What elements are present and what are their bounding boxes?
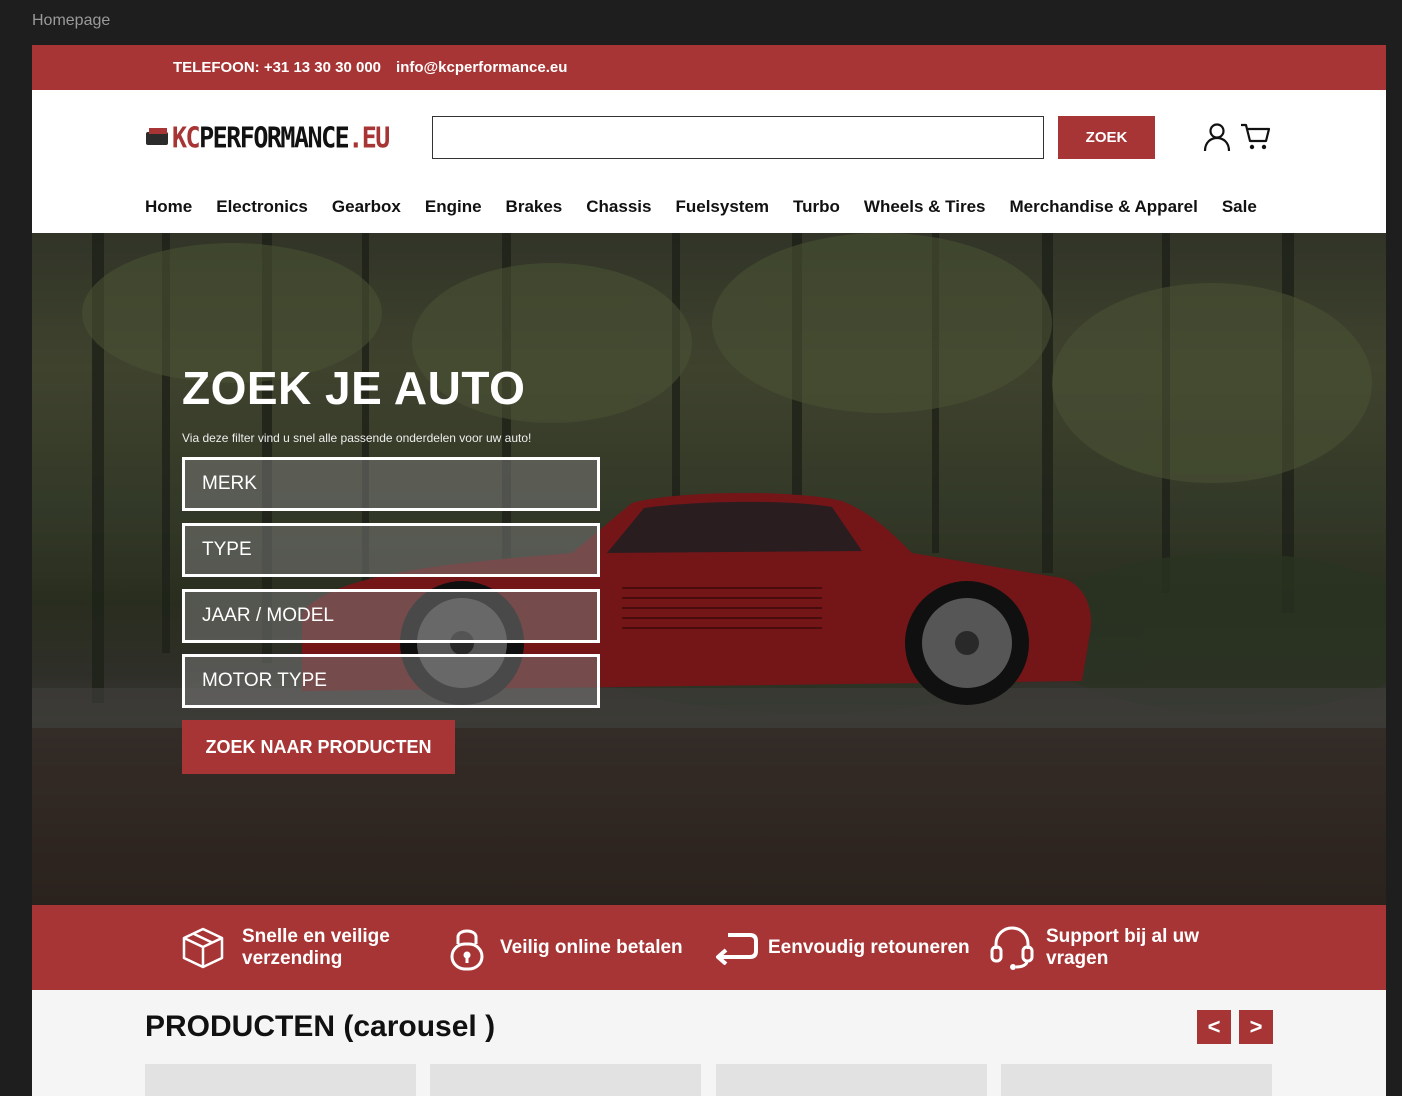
search-button[interactable]: ZOEK (1058, 116, 1155, 159)
usp-support-text: Support bij al uw vragen (1046, 925, 1200, 969)
product-card[interactable] (430, 1064, 701, 1096)
homepage: TELEFOON: +31 13 30 30 000 info@kcperfor… (32, 45, 1386, 1096)
nav-sale[interactable]: Sale (1222, 197, 1257, 217)
nav-electronics[interactable]: Electronics (216, 197, 308, 217)
frame-label: Homepage (32, 12, 111, 29)
year-model-filter-label: JAAR / MODEL (202, 605, 334, 626)
brand-filter-label: MERK (202, 473, 257, 494)
logo[interactable]: KCPERFORMANCE.EU (146, 120, 390, 155)
headset-icon (990, 925, 1034, 970)
type-filter-select[interactable]: TYPE (182, 523, 600, 577)
phone-number: TELEFOON: +31 13 30 30 000 (173, 59, 382, 76)
usp-payment: Veilig online betalen (450, 905, 700, 990)
nav-merchandise[interactable]: Merchandise & Apparel (1010, 197, 1198, 217)
lock-icon (450, 929, 484, 970)
usp-support: Support bij al uw vragen (990, 905, 1250, 990)
main-navigation: Home Electronics Gearbox Engine Brakes C… (145, 197, 1257, 217)
site-header: KCPERFORMANCE.EU ZOEK Home Electronics G… (32, 90, 1386, 233)
nav-brakes[interactable]: Brakes (506, 197, 563, 217)
type-filter-label: TYPE (202, 539, 252, 560)
nav-turbo[interactable]: Turbo (793, 197, 840, 217)
search-input[interactable] (432, 116, 1044, 159)
carousel-next-button[interactable]: > (1239, 1010, 1273, 1044)
contact-bar: TELEFOON: +31 13 30 30 000 info@kcperfor… (32, 45, 1386, 90)
hero-subtitle: Via deze filter vind u snel alle passend… (182, 431, 532, 445)
engine-type-filter-label: MOTOR TYPE (202, 670, 327, 691)
hero-banner: ZOEK JE AUTO Via deze filter vind u snel… (32, 233, 1386, 905)
email-link[interactable]: info@kcperformance.eu (396, 59, 567, 76)
nav-wheels-tires[interactable]: Wheels & Tires (864, 197, 986, 217)
usp-shipping-text: Snelle en veilige verzending (242, 925, 390, 969)
cart-icon[interactable] (1240, 120, 1272, 152)
logo-text: KCPERFORMANCE.EU (172, 120, 390, 155)
return-arrow-icon (716, 932, 758, 965)
nav-fuelsystem[interactable]: Fuelsystem (675, 197, 769, 217)
usp-shipping: Snelle en veilige verzending (180, 905, 430, 990)
logo-icon (146, 127, 170, 148)
usp-returns: Eenvoudig retouneren (714, 905, 974, 990)
hero-title: ZOEK JE AUTO (182, 362, 526, 414)
year-model-filter-select[interactable]: JAAR / MODEL (182, 589, 600, 643)
nav-gearbox[interactable]: Gearbox (332, 197, 401, 217)
usp-payment-text: Veilig online betalen (500, 936, 683, 958)
products-title: PRODUCTEN (carousel ) (145, 1010, 496, 1043)
product-card[interactable] (1001, 1064, 1272, 1096)
box-icon (182, 927, 224, 968)
nav-chassis[interactable]: Chassis (586, 197, 651, 217)
product-card[interactable] (716, 1064, 987, 1096)
nav-engine[interactable]: Engine (425, 197, 482, 217)
search-products-button[interactable]: ZOEK NAAR PRODUCTEN (182, 720, 455, 774)
products-section: PRODUCTEN (carousel ) < > (32, 990, 1386, 1096)
product-card[interactable] (145, 1064, 416, 1096)
user-icon[interactable] (1202, 122, 1232, 152)
engine-type-filter-select[interactable]: MOTOR TYPE (182, 654, 600, 708)
brand-filter-select[interactable]: MERK (182, 457, 600, 511)
nav-home[interactable]: Home (145, 197, 192, 217)
usp-bar: Snelle en veilige verzending Veilig onli… (32, 905, 1386, 990)
usp-returns-text: Eenvoudig retouneren (768, 936, 970, 958)
carousel-prev-button[interactable]: < (1197, 1010, 1231, 1044)
